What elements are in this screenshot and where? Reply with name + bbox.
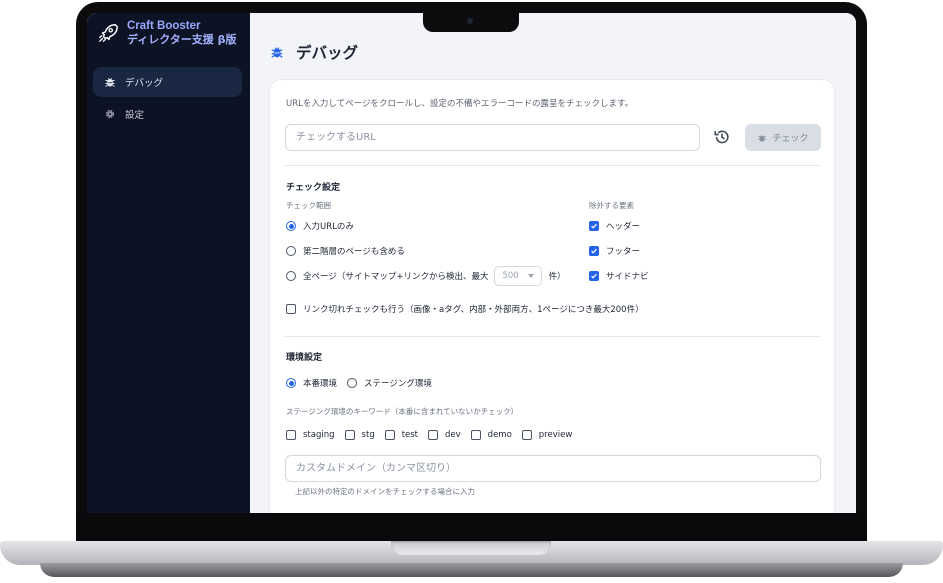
keyword-demo[interactable]: demo xyxy=(470,430,512,440)
radio-unselected[interactable] xyxy=(286,271,296,281)
domain-hint: 上記以外の特定のドメインをチェックする場合に入力 xyxy=(295,487,475,496)
env-option-label: ステージング環境 xyxy=(364,379,432,389)
exclude-header[interactable]: ヘッダー xyxy=(589,220,640,232)
scope-option-url-only[interactable]: 入力URLのみ xyxy=(286,220,354,232)
sidebar-item-label: 設定 xyxy=(125,110,145,121)
sidebar-item-debug[interactable]: デバッグ xyxy=(93,67,242,97)
checkbox-unchecked[interactable] xyxy=(286,430,296,440)
env-options: 本番環境 ステージング環境 xyxy=(286,377,442,389)
sidebar: Craft Booster ディレクター支援 β版 デバッグ 設定 xyxy=(87,13,250,513)
page-description: URLを入力してページをクロールし、設定の不備やエラーコードの露呈をチェックしま… xyxy=(286,99,634,109)
keyword-label: test xyxy=(401,430,419,440)
keyword-test[interactable]: test xyxy=(384,430,419,440)
max-pages-value: 500 xyxy=(502,271,519,281)
keywords-label: ステージング環境のキーワード（本番に含まれていないかチェック） xyxy=(286,407,519,416)
sidebar-item-settings[interactable]: 設定 xyxy=(93,99,242,129)
page-title: デバッグ xyxy=(270,41,358,63)
radio-selected[interactable] xyxy=(286,378,296,388)
brand-name: Craft Booster xyxy=(127,20,201,32)
scope-option-label: 第二階層のページも含める xyxy=(303,247,405,257)
env-option-label: 本番環境 xyxy=(303,379,338,389)
exclude-option-label: サイドナビ xyxy=(606,272,649,282)
checkbox-unchecked[interactable] xyxy=(428,430,439,440)
env-settings-title: 環境設定 xyxy=(286,353,323,363)
keyword-dev[interactable]: dev xyxy=(428,430,461,440)
checkbox-unchecked[interactable] xyxy=(521,430,532,440)
scope-option-all-pages[interactable]: 全ページ（サイトマップ+リンクから検出、最大 500 件） xyxy=(286,266,565,286)
chevron-down-icon xyxy=(528,274,535,278)
gear-icon xyxy=(105,109,115,119)
exclude-option-label: ヘッダー xyxy=(606,222,641,232)
checkbox-unchecked[interactable] xyxy=(286,304,296,314)
url-input[interactable] xyxy=(285,124,700,151)
brand: Craft Booster ディレクター支援 β版 xyxy=(97,20,237,46)
rocket-icon xyxy=(99,24,118,42)
exclude-option-label: フッター xyxy=(606,247,641,257)
divider xyxy=(285,336,821,337)
camera-icon xyxy=(467,18,473,24)
custom-domain-input[interactable] xyxy=(285,455,821,482)
exclude-footer[interactable]: フッター xyxy=(589,245,640,257)
brand-subtitle: ディレクター支援 β版 xyxy=(127,33,237,46)
check-settings-title: チェック設定 xyxy=(286,183,341,193)
keyword-label: dev xyxy=(445,430,461,440)
debug-card: URLを入力してページをクロールし、設定の不備やエラーコードの露呈をチェックしま… xyxy=(269,79,835,513)
checkbox-unchecked[interactable] xyxy=(384,430,395,440)
keyword-preview[interactable]: preview xyxy=(521,430,573,440)
bug-icon xyxy=(758,135,767,142)
laptop-base-foot xyxy=(40,563,903,577)
page-title-text: デバッグ xyxy=(296,44,359,62)
checkbox-checked[interactable] xyxy=(589,246,599,256)
laptop-chin xyxy=(76,513,867,541)
check-button[interactable]: チェック xyxy=(745,124,821,151)
env-option-production[interactable]: 本番環境 xyxy=(286,377,337,389)
keyword-label: preview xyxy=(538,430,573,440)
radio-unselected[interactable] xyxy=(286,246,296,256)
scope-option-label: 入力URLのみ xyxy=(303,222,354,232)
sidebar-nav: デバッグ 設定 xyxy=(93,67,242,131)
check-button-label: チェック xyxy=(772,134,809,144)
keyword-label: staging xyxy=(303,430,335,440)
keyword-label: demo xyxy=(487,430,512,440)
sidebar-item-label: デバッグ xyxy=(125,78,164,89)
scope-option-label-suffix: 件） xyxy=(548,272,566,282)
history-icon[interactable] xyxy=(713,128,731,146)
scope-option-second-level[interactable]: 第二階層のページも含める xyxy=(286,245,405,257)
checkbox-unchecked[interactable] xyxy=(470,430,481,440)
checkbox-checked[interactable] xyxy=(589,271,599,281)
keyword-stg[interactable]: stg xyxy=(344,430,375,440)
scope-option-label-prefix: 全ページ（サイトマップ+リンクから検出、最大 xyxy=(303,272,489,282)
keyword-list: staging stg test dev demo preview xyxy=(286,430,582,440)
main-content: デバッグ URLを入力してページをクロールし、設定の不備やエラーコードの露呈をチ… xyxy=(250,13,856,513)
exclude-sidenav[interactable]: サイドナビ xyxy=(589,270,649,282)
link-check-label: リンク切れチェックも行う（画像・aタグ、内部・外部両方、1ページにつき最大200… xyxy=(303,305,644,315)
bug-icon xyxy=(271,47,283,58)
checkbox-checked[interactable] xyxy=(589,221,599,231)
radio-unselected[interactable] xyxy=(347,378,358,388)
laptop-lid-groove xyxy=(391,541,551,555)
divider xyxy=(285,165,821,166)
scope-label: チェック範囲 xyxy=(286,201,331,210)
bug-icon xyxy=(105,78,115,87)
env-option-staging[interactable]: ステージング環境 xyxy=(347,377,432,389)
link-check-option[interactable]: リンク切れチェックも行う（画像・aタグ、内部・外部両方、1ページにつき最大200… xyxy=(286,303,644,315)
checkbox-unchecked[interactable] xyxy=(344,430,355,440)
max-pages-select[interactable]: 500 xyxy=(494,266,543,286)
radio-selected[interactable] xyxy=(286,221,296,231)
app-screen: Craft Booster ディレクター支援 β版 デバッグ 設定 デバッグ U… xyxy=(87,13,856,513)
keyword-label: stg xyxy=(361,430,375,440)
keyword-staging[interactable]: staging xyxy=(286,430,335,440)
exclude-label: 除外する要素 xyxy=(589,201,634,210)
